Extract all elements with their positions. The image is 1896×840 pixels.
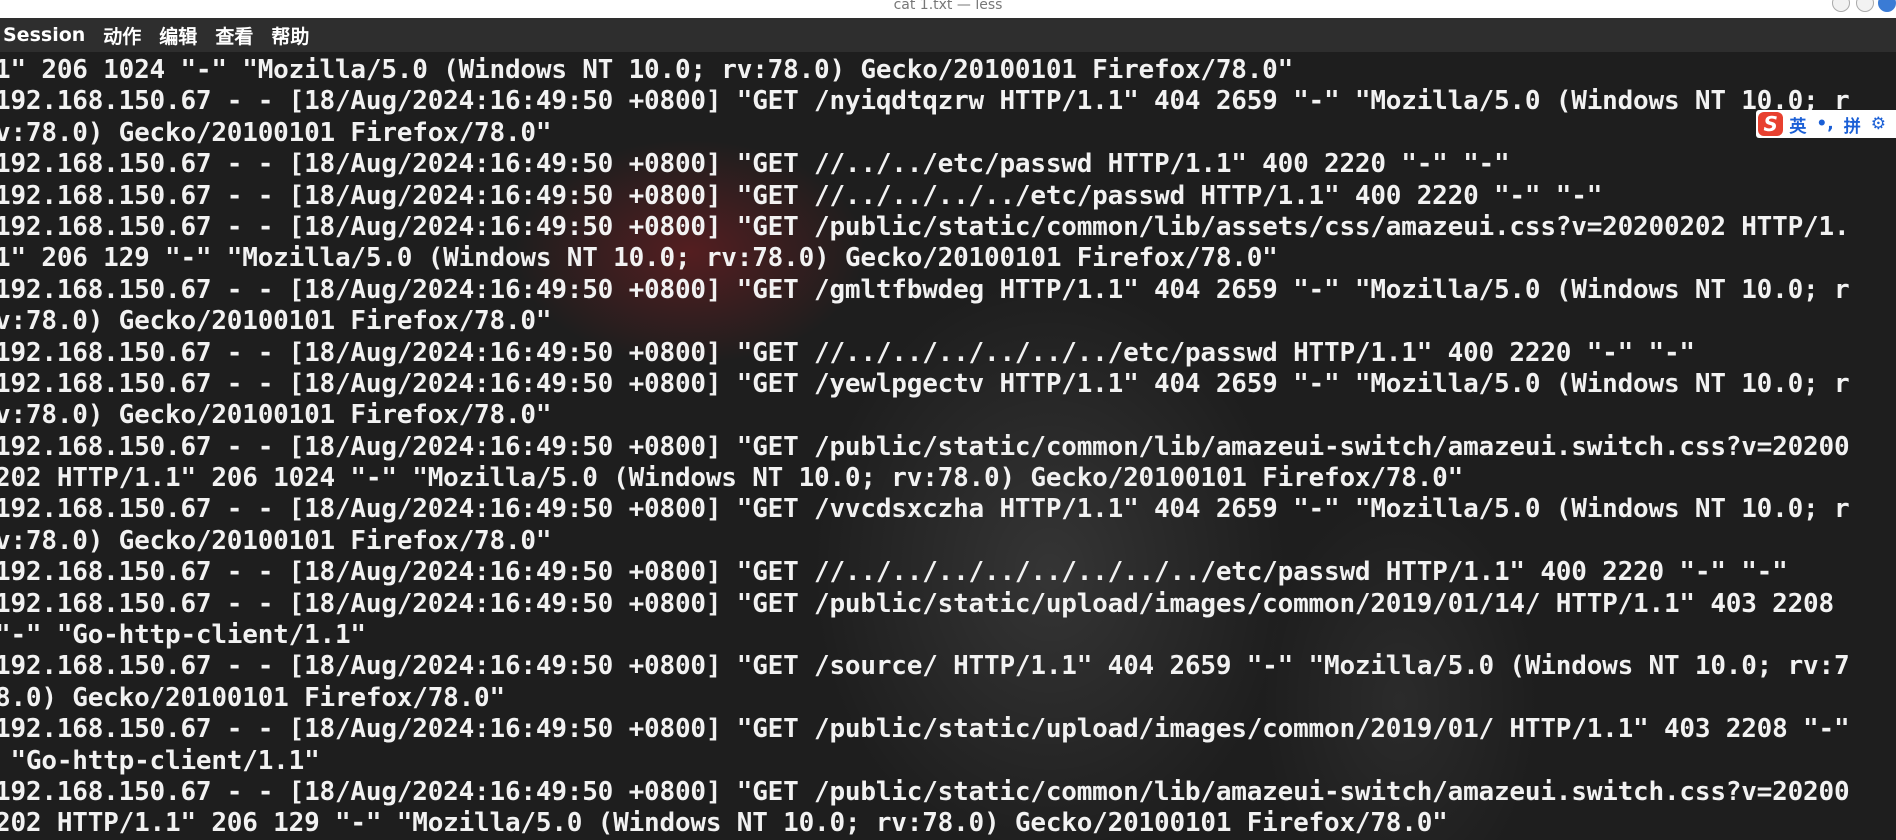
terminal-line: 192.168.150.67 - - [18/Aug/2024:16:49:50… <box>0 557 1788 588</box>
menu-help[interactable]: 帮助 <box>271 22 309 49</box>
terminal-line: 192.168.150.67 - - [18/Aug/2024:16:49:50… <box>0 714 1850 745</box>
terminal-line: "Go-http-client/1.1" <box>0 745 320 776</box>
menu-actions[interactable]: 动作 <box>103 22 141 49</box>
menu-bar: Session 动作 编辑 查看 帮助 <box>0 18 1896 52</box>
terminal-line: v:78.0) Gecko/20100101 Firefox/78.0" <box>0 400 552 431</box>
terminal-output[interactable]: 1" 206 1024 "-" "Mozilla/5.0 (Windows NT… <box>0 52 1896 840</box>
menu-session[interactable]: Session <box>3 24 85 46</box>
ime-punctuation-toggle[interactable]: •, <box>1816 114 1833 134</box>
terminal-line: 192.168.150.67 - - [18/Aug/2024:16:49:50… <box>0 494 1850 525</box>
terminal-line: 192.168.150.67 - - [18/Aug/2024:16:49:50… <box>0 776 1850 807</box>
terminal-line: 8.0) Gecko/20100101 Firefox/78.0" <box>0 682 505 713</box>
sogou-logo-icon[interactable]: S <box>1758 112 1784 136</box>
terminal-line: 192.168.150.67 - - [18/Aug/2024:16:49:50… <box>0 337 1695 368</box>
gear-icon[interactable]: ⚙ <box>1871 114 1886 134</box>
terminal-line: 192.168.150.67 - - [18/Aug/2024:16:49:50… <box>0 180 1603 211</box>
terminal-line: 202 HTTP/1.1" 206 129 "-" "Mozilla/5.0 (… <box>0 808 1448 839</box>
terminal-line: 192.168.150.67 - - [18/Aug/2024:16:49:50… <box>0 211 1850 242</box>
menu-edit[interactable]: 编辑 <box>159 22 197 49</box>
terminal-line: v:78.0) Gecko/20100101 Firefox/78.0" <box>0 306 552 337</box>
terminal-line: "-" "Go-http-client/1.1" <box>0 620 366 651</box>
terminal-line: v:78.0) Gecko/20100101 Firefox/78.0" <box>0 525 552 556</box>
terminal-line: 192.168.150.67 - - [18/Aug/2024:16:49:50… <box>0 588 1834 619</box>
window-title: cat 1.txt — less <box>893 0 1003 13</box>
terminal-line: 192.168.150.67 - - [18/Aug/2024:16:49:50… <box>0 149 1510 180</box>
terminal-line: 1" 206 1024 "-" "Mozilla/5.0 (Windows NT… <box>0 55 1294 85</box>
ime-pinyin-toggle[interactable]: 拼 <box>1844 112 1861 137</box>
ime-language-toggle[interactable]: 英 <box>1789 112 1806 137</box>
terminal-line: 192.168.150.67 - - [18/Aug/2024:16:49:50… <box>0 86 1850 117</box>
terminal-line: v:78.0) Gecko/20100101 Firefox/78.0" <box>0 117 552 148</box>
terminal-line: 192.168.150.67 - - [18/Aug/2024:16:49:50… <box>0 651 1850 682</box>
ime-toolbar[interactable]: S 英 •, 拼 ⚙ <box>1756 110 1896 138</box>
terminal-line: 192.168.150.67 - - [18/Aug/2024:16:49:50… <box>0 368 1850 399</box>
log-lines: 1" 206 1024 "-" "Mozilla/5.0 (Windows NT… <box>0 55 1850 840</box>
menu-view[interactable]: 查看 <box>215 22 253 49</box>
terminal-line: 192.168.150.67 - - [18/Aug/2024:16:49:50… <box>0 274 1850 305</box>
window-titlebar: cat 1.txt — less <box>0 0 1896 18</box>
terminal-line: 202 HTTP/1.1" 206 1024 "-" "Mozilla/5.0 … <box>0 463 1464 494</box>
terminal-line: 192.168.150.67 - - [18/Aug/2024:16:49:50… <box>0 431 1850 462</box>
terminal-line: 1" 206 129 "-" "Mozilla/5.0 (Windows NT … <box>0 243 1278 274</box>
